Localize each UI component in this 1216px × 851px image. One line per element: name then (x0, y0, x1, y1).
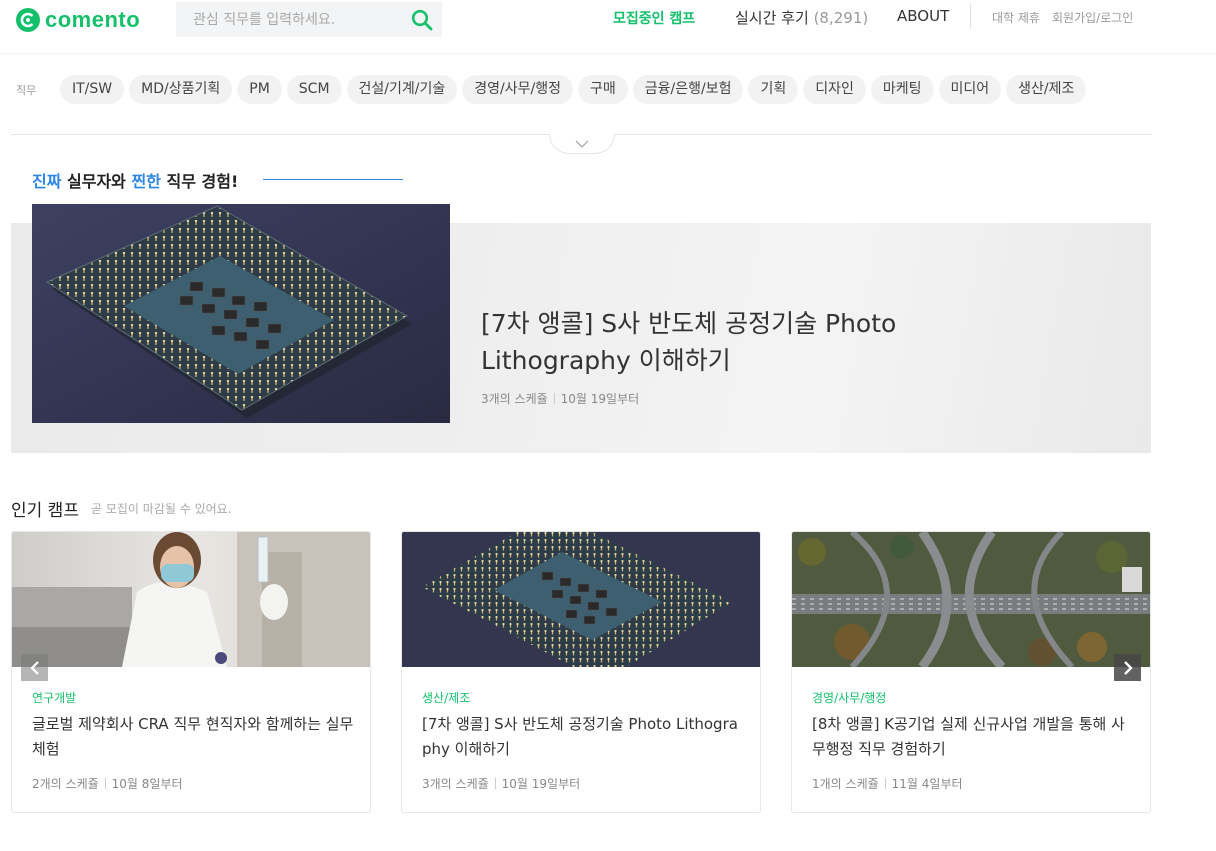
featured-camp-title[interactable]: [7차 앵콜] S사 반도체 공정기술 Photo Lithography 이해… (481, 305, 951, 379)
nav-live-reviews[interactable]: 실시간 후기 (8,291) (735, 7, 868, 28)
meta-separator (553, 393, 555, 404)
section-title-rule (263, 179, 403, 180)
chevron-left-icon (29, 660, 39, 675)
meta-separator (494, 778, 496, 789)
search-input[interactable] (176, 2, 402, 37)
featured-camp-date: 10월 19일부터 (560, 392, 640, 406)
category-chip[interactable]: 마케팅 (870, 75, 934, 104)
lab-researcher-photo (12, 532, 370, 667)
camp-card-schedules: 3개의 스케쥴 (422, 777, 489, 791)
job-search-box (176, 2, 442, 37)
category-label: 직무 (16, 84, 37, 97)
chevron-down-icon (575, 140, 589, 148)
camp-card-meta: 2개의 스케쥴 10월 8일부터 (32, 775, 183, 792)
category-chip[interactable]: 경영/사무/행정 (462, 75, 573, 104)
section-title-text-2: 직무 경험! (160, 172, 239, 191)
section-title-highlight-1: 진짜 (32, 172, 62, 191)
nav-divider (970, 4, 971, 28)
site-header: comento 모집중인 캠프 실시간 후기 (8,291) ABOUT 대학 … (0, 0, 1216, 54)
camp-card-schedules: 2개의 스케쥴 (32, 777, 99, 791)
category-chip[interactable]: 금융/은행/보험 (632, 75, 744, 104)
camp-card-category: 경영/사무/행정 (812, 691, 887, 705)
section-title-text-1: 실무자와 (61, 172, 132, 191)
category-chip[interactable]: 생산/제조 (1006, 75, 1087, 104)
camp-card-title[interactable]: 글로벌 제약회사 CRA 직무 현직자와 함께하는 실무 체험 (32, 712, 357, 762)
meta-separator (104, 778, 106, 789)
chevron-right-icon (1123, 660, 1133, 675)
cpu-chip-illustration (32, 204, 450, 423)
camp-card[interactable]: 경영/사무/행정 [8차 앵콜] K공기업 실제 신규사업 개발을 통해 사무행… (791, 531, 1151, 813)
review-count: (8,291) (813, 9, 869, 27)
search-icon (411, 9, 433, 30)
camp-card-title[interactable]: [7차 앵콜] S사 반도체 공정기술 Photo Lithography 이해… (422, 712, 747, 762)
comento-logo[interactable]: comento (15, 7, 140, 33)
camp-card-category: 연구개발 (32, 691, 77, 705)
camp-card-date: 10월 8일부터 (111, 777, 183, 791)
category-chip[interactable]: 건설/기계/기술 (346, 75, 458, 104)
category-chip[interactable]: IT/SW (60, 75, 125, 104)
popular-camps-title: 인기 캠프 (11, 501, 79, 521)
camp-card-category: 생산/제조 (422, 691, 471, 705)
camp-card-image-highway (792, 532, 1150, 667)
carousel-next-button[interactable] (1114, 654, 1141, 681)
featured-camp-schedules: 3개의 스케쥴 (481, 392, 548, 406)
category-chip[interactable]: SCM (286, 75, 342, 104)
camp-card[interactable]: 연구개발 글로벌 제약회사 CRA 직무 현직자와 함께하는 실무 체험 2개의… (11, 531, 371, 813)
nav-signup-login[interactable]: 회원가입/로그인 (1052, 9, 1133, 26)
expand-categories-button[interactable] (549, 134, 615, 154)
category-chip-list: IT/SW MD/상품기획 PM SCM 건설/기계/기술 경영/사무/행정 구매 금융/은행… (60, 75, 1154, 105)
section-title: 진짜 실무자와 찐한 직무 경험! (32, 168, 238, 192)
category-chip[interactable]: 기획 (748, 75, 799, 104)
camp-card-image-chip (402, 532, 760, 667)
category-chip[interactable]: 구매 (577, 75, 628, 104)
nav-university-partner[interactable]: 대학 제휴 (992, 9, 1040, 26)
camp-card[interactable]: 생산/제조 [7차 앵콜] S사 반도체 공정기술 Photo Lithogra… (401, 531, 761, 813)
featured-camp-meta: 3개의 스케쥴 10월 19일부터 (481, 390, 639, 407)
category-chip[interactable]: MD/상품기획 (129, 75, 233, 104)
camp-card-title[interactable]: [8차 앵콜] K공기업 실제 신규사업 개발을 통해 사무행정 직무 경험하기 (812, 712, 1137, 762)
comento-logo-icon (16, 8, 40, 32)
cpu-chip-photo (402, 532, 760, 667)
popular-camps-subtitle: 곧 모집이 마감될 수 있어요. (91, 502, 232, 516)
category-chip[interactable]: 디자인 (803, 75, 866, 104)
camp-card-date: 10월 19일부터 (501, 777, 581, 791)
meta-separator (884, 778, 886, 789)
category-chip[interactable]: 미디어 (938, 75, 1002, 104)
section-title-highlight-2: 찐한 (131, 172, 161, 191)
nav-live-reviews-label: 실시간 후기 (735, 9, 809, 27)
camp-card-meta: 1개의 스케쥴 11월 4일부터 (812, 775, 963, 792)
highway-aerial-photo (792, 532, 1150, 667)
carousel-prev-button[interactable] (21, 654, 48, 681)
camp-card-date: 11월 4일부터 (891, 777, 963, 791)
search-button[interactable] (402, 2, 442, 37)
camp-card-meta: 3개의 스케쥴 10월 19일부터 (422, 775, 580, 792)
nav-about[interactable]: ABOUT (897, 7, 949, 25)
camp-card-image-lab (12, 532, 370, 667)
camp-card-schedules: 1개의 스케쥴 (812, 777, 879, 791)
logo-wordmark: comento (45, 7, 141, 32)
featured-camp-image[interactable] (32, 204, 450, 423)
nav-recruiting-camps[interactable]: 모집중인 캠프 (613, 8, 695, 28)
category-chip[interactable]: PM (237, 75, 282, 104)
